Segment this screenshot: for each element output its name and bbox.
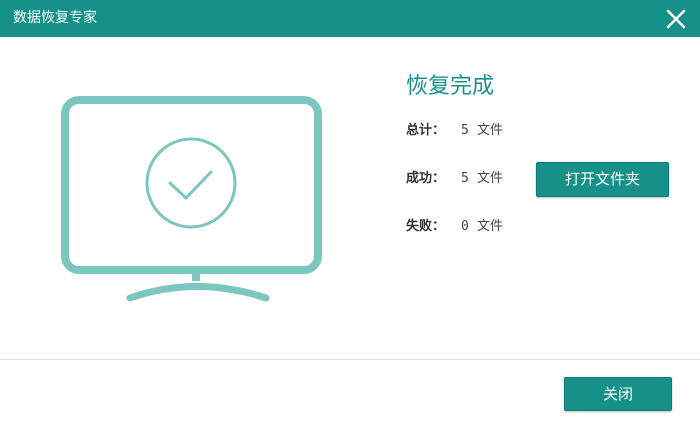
total-label: 总计： — [406, 123, 446, 138]
total-unit: 文件 — [477, 123, 504, 138]
success-count: 5 — [461, 171, 469, 186]
open-folder-button[interactable]: 打开文件夹 — [536, 162, 669, 197]
failed-label: 失败： — [406, 219, 446, 234]
total-row: 总计： 5 文件 — [406, 121, 503, 141]
close-button[interactable]: 关闭 — [564, 377, 672, 411]
footer-divider — [0, 359, 700, 360]
close-icon[interactable] — [662, 5, 690, 33]
success-label: 成功： — [406, 171, 446, 186]
failed-unit: 文件 — [477, 219, 504, 234]
success-row: 成功： 5 文件 — [406, 169, 503, 189]
title-bar: 数据恢复专家 — [0, 0, 700, 37]
success-unit: 文件 — [477, 171, 504, 186]
total-count: 5 — [461, 123, 469, 138]
monitor-check-icon — [61, 96, 322, 302]
failed-row: 失败： 0 文件 — [406, 217, 503, 237]
window-title: 数据恢复专家 — [13, 10, 97, 26]
failed-count: 0 — [461, 219, 469, 234]
result-heading: 恢复完成 — [406, 74, 495, 99]
